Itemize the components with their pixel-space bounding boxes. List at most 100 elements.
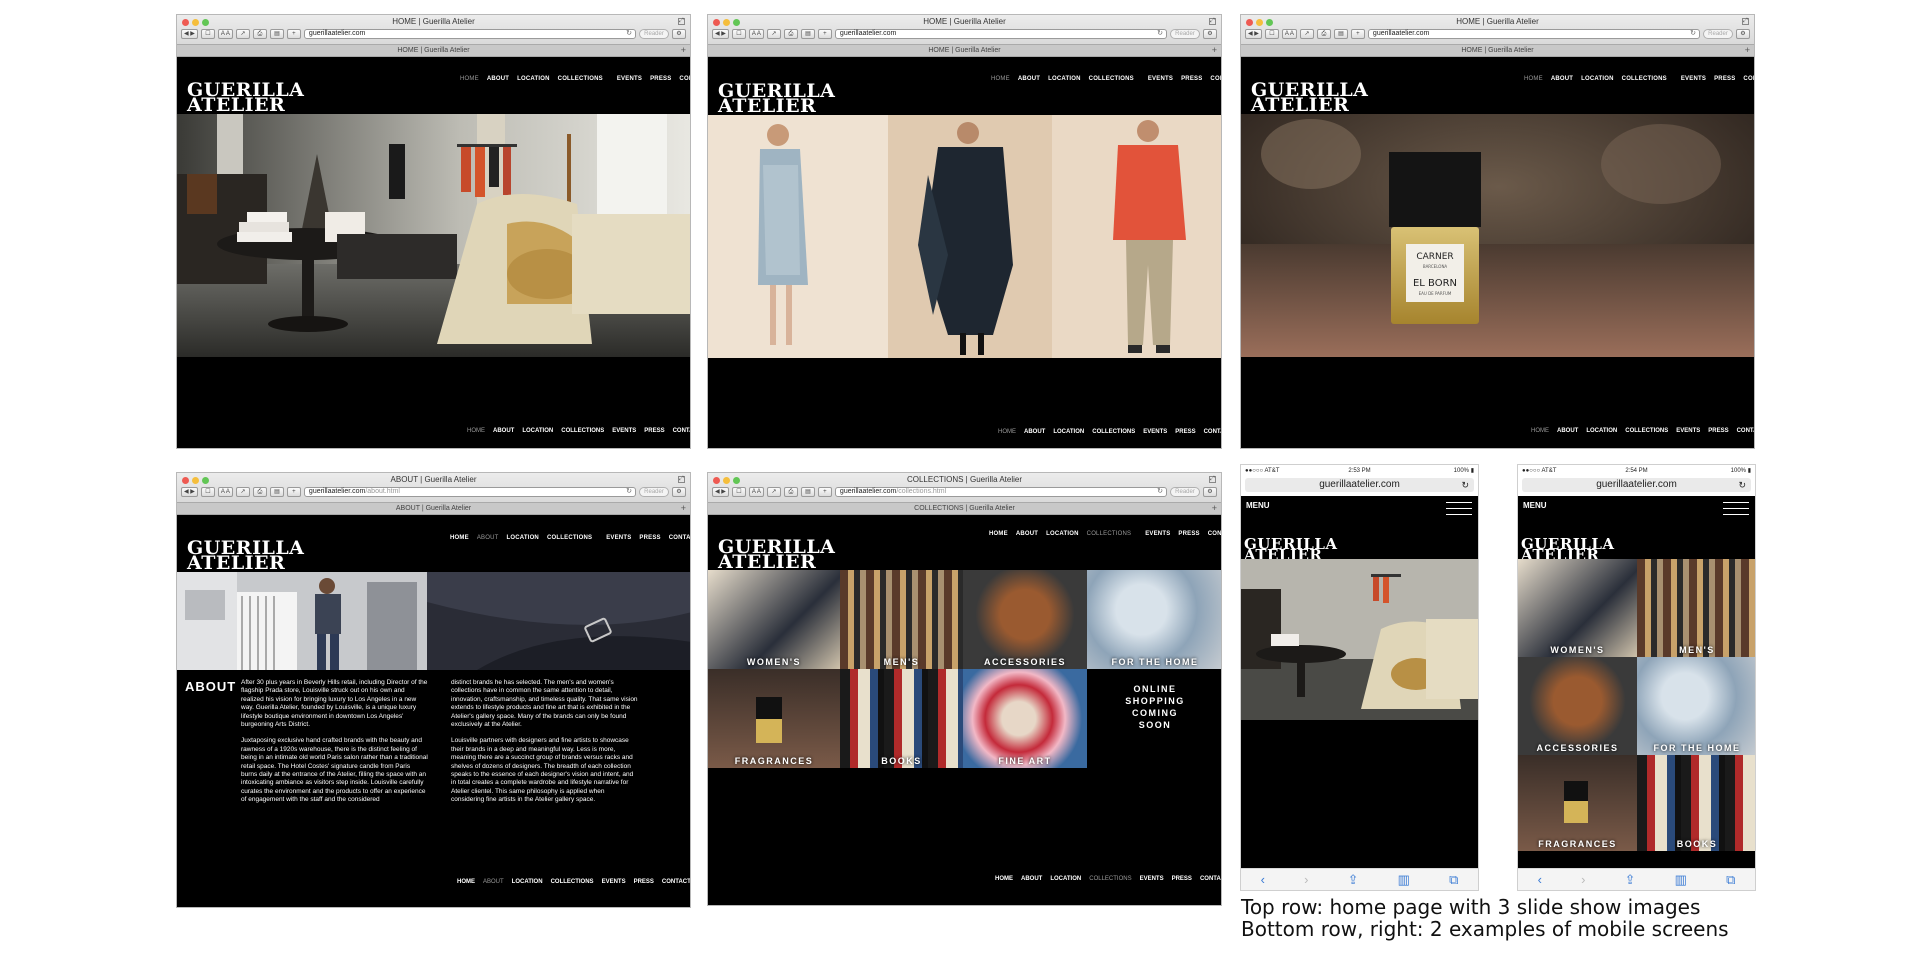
bookmarks-button[interactable]: ▤ bbox=[269, 487, 284, 497]
footer-home[interactable]: HOME bbox=[457, 879, 475, 885]
settings-icon[interactable]: ⚙ bbox=[1203, 487, 1217, 497]
footer-press[interactable]: PRESS bbox=[634, 879, 654, 885]
nav-contact[interactable]: CONTACT bbox=[1743, 76, 1754, 82]
nav-collections[interactable]: COLLECTIONS bbox=[547, 535, 592, 541]
footer-press[interactable]: PRESS bbox=[1172, 876, 1192, 882]
footer-location[interactable]: LOCATION bbox=[1050, 876, 1081, 882]
mobile-tile-mens[interactable]: MEN'S bbox=[1637, 559, 1755, 657]
site-logo[interactable]: GUERILLA ATELIER bbox=[718, 82, 835, 116]
footer-home[interactable]: HOME bbox=[998, 429, 1016, 435]
nav-contact[interactable]: CONTACT bbox=[669, 535, 690, 541]
sidebar-button[interactable]: ☐ bbox=[1264, 29, 1279, 39]
sidebar-button[interactable]: ☐ bbox=[731, 487, 746, 497]
settings-icon[interactable]: ⚙ bbox=[672, 487, 686, 497]
tabs-icon[interactable]: ⧉ bbox=[1726, 872, 1735, 888]
add-bookmark-button[interactable]: + bbox=[817, 487, 832, 497]
mobile-menu-label[interactable]: MENU bbox=[1523, 501, 1547, 510]
footer-location[interactable]: LOCATION bbox=[1586, 428, 1617, 434]
nav-events[interactable]: EVENTS bbox=[1145, 531, 1170, 537]
add-bookmark-button[interactable]: + bbox=[286, 487, 301, 497]
new-tab-icon[interactable]: + bbox=[1745, 45, 1750, 56]
add-bookmark-button[interactable]: + bbox=[1350, 29, 1365, 39]
reload-icon[interactable]: ↻ bbox=[1461, 478, 1469, 492]
footer-about[interactable]: ABOUT bbox=[493, 428, 514, 434]
collection-tile-mens[interactable]: MEN'S bbox=[840, 570, 963, 669]
add-bookmark-button[interactable]: + bbox=[286, 29, 301, 39]
footer-events[interactable]: EVENTS bbox=[612, 428, 636, 434]
nav-home[interactable]: HOME bbox=[460, 76, 479, 82]
print-button[interactable]: ⎙ bbox=[783, 29, 798, 39]
nav-collections[interactable]: COLLECTIONS bbox=[558, 76, 603, 82]
tabs-icon[interactable]: ⧉ bbox=[1449, 872, 1458, 888]
collection-tile-fragrances[interactable]: FRAGRANCES bbox=[708, 669, 840, 768]
nav-home[interactable]: HOME bbox=[450, 535, 469, 541]
footer-contact[interactable]: CONTACT bbox=[1204, 429, 1221, 435]
footer-about[interactable]: ABOUT bbox=[1024, 429, 1045, 435]
nav-about[interactable]: ABOUT bbox=[487, 76, 509, 82]
reload-icon[interactable]: ↻ bbox=[626, 30, 632, 38]
nav-events[interactable]: EVENTS bbox=[1148, 76, 1173, 82]
share-icon[interactable]: ⇪ bbox=[1625, 872, 1636, 888]
footer-contact[interactable]: CONTACT bbox=[1737, 428, 1754, 434]
nav-press[interactable]: PRESS bbox=[1181, 76, 1202, 82]
reader-button[interactable]: Reader bbox=[1170, 487, 1200, 497]
address-bar[interactable]: guerillaatelier.com/collections.html ↻ bbox=[834, 487, 1167, 497]
tab-bar[interactable]: ABOUT | Guerilla Atelier + bbox=[177, 502, 690, 514]
new-tab-icon[interactable]: + bbox=[1212, 45, 1217, 56]
hamburger-icon[interactable] bbox=[1446, 502, 1472, 515]
nav-contact[interactable]: CONTACT bbox=[1208, 531, 1221, 537]
print-button[interactable]: ⎙ bbox=[252, 487, 267, 497]
settings-icon[interactable]: ⚙ bbox=[1203, 29, 1217, 39]
footer-collections[interactable]: COLLECTIONS bbox=[1092, 429, 1135, 435]
footer-home[interactable]: HOME bbox=[467, 428, 485, 434]
forward-icon[interactable]: › bbox=[1304, 872, 1308, 887]
nav-events[interactable]: EVENTS bbox=[617, 76, 642, 82]
site-logo[interactable]: GUERILLA ATELIER bbox=[1521, 537, 1615, 563]
sidebar-button[interactable]: ☐ bbox=[200, 29, 215, 39]
hamburger-icon[interactable] bbox=[1723, 502, 1749, 515]
footer-about[interactable]: ABOUT bbox=[1557, 428, 1578, 434]
footer-collections[interactable]: COLLECTIONS bbox=[1089, 876, 1131, 882]
footer-collections[interactable]: COLLECTIONS bbox=[1625, 428, 1668, 434]
reader-button[interactable]: Reader bbox=[639, 487, 669, 497]
footer-about[interactable]: ABOUT bbox=[1021, 876, 1042, 882]
reload-icon[interactable]: ↻ bbox=[1738, 478, 1746, 492]
bookmarks-icon[interactable]: ▥ bbox=[1398, 872, 1410, 888]
reader-button[interactable]: Reader bbox=[639, 29, 669, 39]
site-logo[interactable]: GUERILLA ATELIER bbox=[1244, 537, 1338, 563]
back-icon[interactable]: ‹ bbox=[1261, 872, 1265, 887]
tab-bar[interactable]: HOME | Guerilla Atelier + bbox=[1241, 44, 1754, 56]
nav-contact[interactable]: CONTACT bbox=[679, 76, 690, 82]
reload-icon[interactable]: ↻ bbox=[1157, 30, 1163, 38]
mobile-tile-womens[interactable]: WOMEN'S bbox=[1518, 559, 1637, 657]
fullscreen-icon[interactable]: ⤢ bbox=[1209, 476, 1216, 483]
address-bar[interactable]: guerillaatelier.com ↻ bbox=[1367, 29, 1700, 39]
mobile-menu-label[interactable]: MENU bbox=[1246, 501, 1270, 510]
add-bookmark-button[interactable]: + bbox=[817, 29, 832, 39]
share-button[interactable]: ↗ bbox=[235, 487, 250, 497]
nav-home[interactable]: HOME bbox=[1524, 76, 1543, 82]
bookmarks-button[interactable]: ▤ bbox=[269, 29, 284, 39]
back-forward-button[interactable]: ◀ ▶ bbox=[181, 487, 198, 497]
mobile-tile-books[interactable]: BOOKS bbox=[1637, 755, 1755, 851]
tab-bar[interactable]: HOME | Guerilla Atelier + bbox=[708, 44, 1221, 56]
text-size-button[interactable]: A A bbox=[748, 487, 764, 497]
footer-events[interactable]: EVENTS bbox=[602, 879, 626, 885]
text-size-button[interactable]: A A bbox=[748, 29, 764, 39]
collection-tile-books[interactable]: BOOKS bbox=[840, 669, 963, 768]
share-button[interactable]: ↗ bbox=[766, 29, 781, 39]
site-logo[interactable]: GUERILLA ATELIER bbox=[187, 539, 304, 573]
text-size-button[interactable]: A A bbox=[217, 487, 233, 497]
mobile-tile-for-the-home[interactable]: FOR THE HOME bbox=[1637, 657, 1755, 755]
fullscreen-icon[interactable]: ⤢ bbox=[678, 18, 685, 25]
address-bar[interactable]: guerillaatelier.com ↻ bbox=[303, 29, 636, 39]
reload-icon[interactable]: ↻ bbox=[1690, 30, 1696, 38]
footer-home[interactable]: HOME bbox=[995, 876, 1013, 882]
new-tab-icon[interactable]: + bbox=[681, 503, 686, 514]
nav-location[interactable]: LOCATION bbox=[1581, 76, 1614, 82]
back-forward-button[interactable]: ◀ ▶ bbox=[712, 29, 729, 39]
nav-home[interactable]: HOME bbox=[991, 76, 1010, 82]
reader-button[interactable]: Reader bbox=[1170, 29, 1200, 39]
collection-tile-accessories[interactable]: ACCESSORIES bbox=[963, 570, 1087, 669]
footer-press[interactable]: PRESS bbox=[1708, 428, 1728, 434]
